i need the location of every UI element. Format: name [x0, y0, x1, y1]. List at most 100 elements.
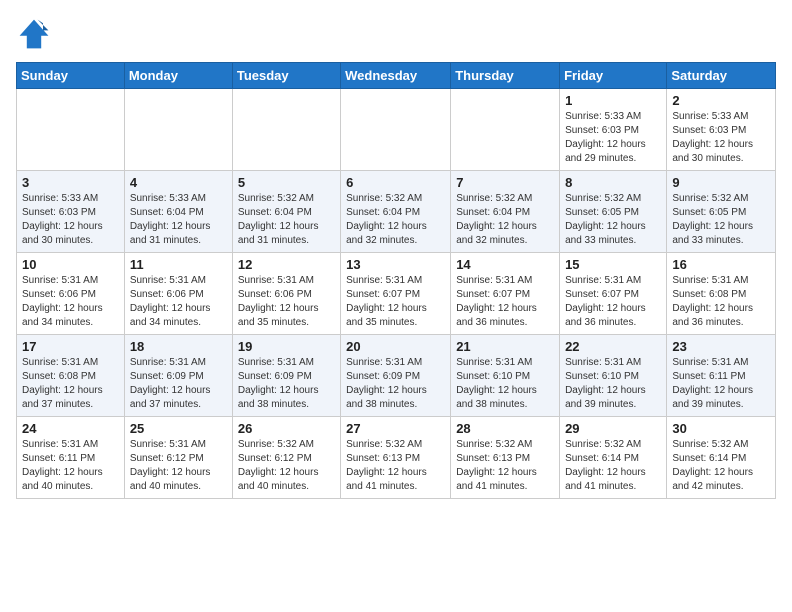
- weekday-header: Thursday: [451, 63, 560, 89]
- day-number: 1: [565, 93, 661, 108]
- day-number: 21: [456, 339, 554, 354]
- day-info: Sunrise: 5:31 AM Sunset: 6:07 PM Dayligh…: [565, 274, 661, 330]
- day-number: 20: [346, 339, 445, 354]
- calendar-day-cell: 18Sunrise: 5:31 AM Sunset: 6:09 PM Dayli…: [124, 335, 232, 417]
- calendar-day-cell: 3 Sunrise: 5:33 AM Sunset: 6:03 PM Daylig…: [17, 171, 125, 253]
- calendar-day-cell: 1 Sunrise: 5:33 AM Sunset: 6:03 PM Daylig…: [560, 89, 667, 171]
- calendar-day-cell: [17, 89, 125, 171]
- day-info: Sunrise: 5:33 AM Sunset: 6:03 PM Dayligh…: [22, 192, 119, 248]
- day-info: Sunrise: 5:31 AM Sunset: 6:11 PM Dayligh…: [22, 438, 119, 494]
- calendar-week-row: 24 Sunrise: 5:31 AM Sunset: 6:11 PM Dayli…: [17, 417, 776, 499]
- calendar-day-cell: 14 Sunrise: 5:31 AM Sunset: 6:07 PM Dayli…: [451, 253, 560, 335]
- weekday-header: Monday: [124, 63, 232, 89]
- calendar-day-cell: 6 Sunrise: 5:32 AM Sunset: 6:04 PM Daylig…: [341, 171, 451, 253]
- day-info: Sunrise: 5:32 AM Sunset: 6:13 PM Dayligh…: [456, 438, 554, 494]
- calendar-day-cell: 28 Sunrise: 5:32 AM Sunset: 6:13 PM Dayli…: [451, 417, 560, 499]
- day-number: 29: [565, 421, 661, 436]
- day-number: 25: [130, 421, 227, 436]
- weekday-header: Sunday: [17, 63, 125, 89]
- calendar-day-cell: [341, 89, 451, 171]
- calendar-day-cell: 9 Sunrise: 5:32 AM Sunset: 6:05 PM Daylig…: [667, 171, 776, 253]
- day-number: 5: [238, 175, 335, 190]
- day-info: Sunrise: 5:32 AM Sunset: 6:14 PM Dayligh…: [565, 438, 661, 494]
- day-info: Sunrise: 5:31 AM Sunset: 6:06 PM Dayligh…: [238, 274, 335, 330]
- calendar-day-cell: 25 Sunrise: 5:31 AM Sunset: 6:12 PM Dayli…: [124, 417, 232, 499]
- calendar-day-cell: [451, 89, 560, 171]
- calendar-day-cell: 12Sunrise: 5:31 AM Sunset: 6:06 PM Dayli…: [232, 253, 340, 335]
- day-info: Sunrise: 5:31 AM Sunset: 6:12 PM Dayligh…: [130, 438, 227, 494]
- day-number: 3: [22, 175, 119, 190]
- day-number: 6: [346, 175, 445, 190]
- page-header: [16, 16, 776, 52]
- calendar-day-cell: 11 Sunrise: 5:31 AM Sunset: 6:06 PM Dayli…: [124, 253, 232, 335]
- day-number: 22: [565, 339, 661, 354]
- weekday-header: Wednesday: [341, 63, 451, 89]
- day-info: Sunrise: 5:31 AM Sunset: 6:10 PM Dayligh…: [456, 356, 554, 412]
- day-number: 24: [22, 421, 119, 436]
- calendar-body: 1 Sunrise: 5:33 AM Sunset: 6:03 PM Daylig…: [17, 89, 776, 499]
- day-number: 23: [672, 339, 770, 354]
- calendar-day-cell: 7 Sunrise: 5:32 AM Sunset: 6:04 PM Daylig…: [451, 171, 560, 253]
- calendar-day-cell: 19Sunrise: 5:31 AM Sunset: 6:09 PM Dayli…: [232, 335, 340, 417]
- weekday-header: Friday: [560, 63, 667, 89]
- calendar-day-cell: 21 Sunrise: 5:31 AM Sunset: 6:10 PM Dayli…: [451, 335, 560, 417]
- day-info: Sunrise: 5:31 AM Sunset: 6:10 PM Dayligh…: [565, 356, 661, 412]
- calendar-week-row: 17 Sunrise: 5:31 AM Sunset: 6:08 PM Dayli…: [17, 335, 776, 417]
- day-info: Sunrise: 5:32 AM Sunset: 6:05 PM Dayligh…: [565, 192, 661, 248]
- day-info: Sunrise: 5:33 AM Sunset: 6:03 PM Dayligh…: [672, 110, 770, 166]
- day-number: 10: [22, 257, 119, 272]
- calendar-day-cell: 8 Sunrise: 5:32 AM Sunset: 6:05 PM Daylig…: [560, 171, 667, 253]
- day-number: 28: [456, 421, 554, 436]
- calendar-day-cell: 26 Sunrise: 5:32 AM Sunset: 6:12 PM Dayli…: [232, 417, 340, 499]
- day-number: 27: [346, 421, 445, 436]
- calendar-header-row: SundayMondayTuesdayWednesdayThursdayFrid…: [17, 63, 776, 89]
- calendar-day-cell: 29 Sunrise: 5:32 AM Sunset: 6:14 PM Dayli…: [560, 417, 667, 499]
- day-number: 8: [565, 175, 661, 190]
- calendar-table: SundayMondayTuesdayWednesdayThursdayFrid…: [16, 62, 776, 499]
- calendar-day-cell: [232, 89, 340, 171]
- day-info: Sunrise: 5:32 AM Sunset: 6:14 PM Dayligh…: [672, 438, 770, 494]
- day-info: Sunrise: 5:31 AM Sunset: 6:06 PM Dayligh…: [130, 274, 227, 330]
- calendar-day-cell: 15 Sunrise: 5:31 AM Sunset: 6:07 PM Dayli…: [560, 253, 667, 335]
- day-number: 9: [672, 175, 770, 190]
- calendar-day-cell: 5 Sunrise: 5:32 AM Sunset: 6:04 PM Daylig…: [232, 171, 340, 253]
- day-info: Sunrise: 5:33 AM Sunset: 6:03 PM Dayligh…: [565, 110, 661, 166]
- day-info: Sunrise: 5:31 AM Sunset: 6:08 PM Dayligh…: [22, 356, 119, 412]
- calendar-day-cell: 27 Sunrise: 5:32 AM Sunset: 6:13 PM Dayli…: [341, 417, 451, 499]
- logo: [16, 16, 56, 52]
- day-number: 14: [456, 257, 554, 272]
- day-info: Sunrise: 5:31 AM Sunset: 6:08 PM Dayligh…: [672, 274, 770, 330]
- day-number: 13: [346, 257, 445, 272]
- day-number: 7: [456, 175, 554, 190]
- day-number: 19: [238, 339, 335, 354]
- logo-icon: [16, 16, 52, 52]
- calendar-day-cell: 16Sunrise: 5:31 AM Sunset: 6:08 PM Dayli…: [667, 253, 776, 335]
- calendar-day-cell: 10 Sunrise: 5:31 AM Sunset: 6:06 PM Dayli…: [17, 253, 125, 335]
- day-number: 11: [130, 257, 227, 272]
- day-number: 30: [672, 421, 770, 436]
- day-info: Sunrise: 5:31 AM Sunset: 6:09 PM Dayligh…: [130, 356, 227, 412]
- day-number: 15: [565, 257, 661, 272]
- calendar-day-cell: 2 Sunrise: 5:33 AM Sunset: 6:03 PM Daylig…: [667, 89, 776, 171]
- day-number: 17: [22, 339, 119, 354]
- calendar-day-cell: [124, 89, 232, 171]
- day-number: 2: [672, 93, 770, 108]
- day-info: Sunrise: 5:31 AM Sunset: 6:06 PM Dayligh…: [22, 274, 119, 330]
- day-info: Sunrise: 5:32 AM Sunset: 6:05 PM Dayligh…: [672, 192, 770, 248]
- calendar-week-row: 10 Sunrise: 5:31 AM Sunset: 6:06 PM Dayli…: [17, 253, 776, 335]
- day-info: Sunrise: 5:31 AM Sunset: 6:07 PM Dayligh…: [456, 274, 554, 330]
- day-info: Sunrise: 5:32 AM Sunset: 6:04 PM Dayligh…: [346, 192, 445, 248]
- calendar-day-cell: 17 Sunrise: 5:31 AM Sunset: 6:08 PM Dayli…: [17, 335, 125, 417]
- day-info: Sunrise: 5:32 AM Sunset: 6:04 PM Dayligh…: [238, 192, 335, 248]
- calendar-day-cell: 20Sunrise: 5:31 AM Sunset: 6:09 PM Dayli…: [341, 335, 451, 417]
- calendar-day-cell: 13 Sunrise: 5:31 AM Sunset: 6:07 PM Dayli…: [341, 253, 451, 335]
- calendar-week-row: 3 Sunrise: 5:33 AM Sunset: 6:03 PM Daylig…: [17, 171, 776, 253]
- day-number: 26: [238, 421, 335, 436]
- calendar-day-cell: 22 Sunrise: 5:31 AM Sunset: 6:10 PM Dayli…: [560, 335, 667, 417]
- day-info: Sunrise: 5:32 AM Sunset: 6:04 PM Dayligh…: [456, 192, 554, 248]
- day-info: Sunrise: 5:32 AM Sunset: 6:13 PM Dayligh…: [346, 438, 445, 494]
- day-info: Sunrise: 5:31 AM Sunset: 6:11 PM Dayligh…: [672, 356, 770, 412]
- day-info: Sunrise: 5:32 AM Sunset: 6:12 PM Dayligh…: [238, 438, 335, 494]
- day-info: Sunrise: 5:31 AM Sunset: 6:07 PM Dayligh…: [346, 274, 445, 330]
- weekday-header: Tuesday: [232, 63, 340, 89]
